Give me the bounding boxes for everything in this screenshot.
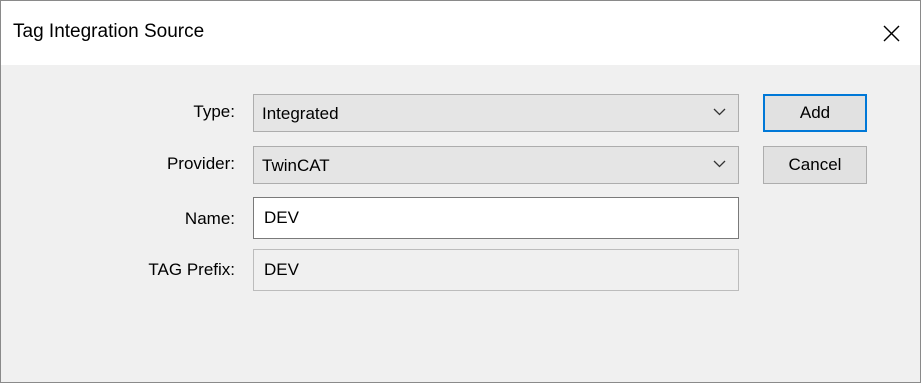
provider-selected-value: TwinCAT	[262, 156, 330, 175]
close-button[interactable]	[869, 13, 913, 53]
dialog-window: Tag Integration Source Type: Integrated …	[0, 0, 921, 383]
cancel-button[interactable]: Cancel	[763, 146, 867, 184]
name-label: Name:	[184, 209, 235, 228]
provider-label: Provider:	[166, 154, 235, 173]
close-icon	[883, 25, 900, 42]
window-title: Tag Integration Source	[13, 21, 205, 42]
name-field[interactable]	[253, 197, 739, 239]
type-dropdown[interactable]: Integrated	[253, 94, 739, 132]
chevron-down-icon	[713, 108, 726, 116]
tag-prefix-label: TAG Prefix:	[148, 260, 235, 279]
provider-dropdown[interactable]: TwinCAT	[253, 146, 739, 184]
add-button[interactable]: Add	[763, 94, 867, 132]
chevron-down-icon	[713, 160, 726, 168]
type-label: Type:	[193, 102, 235, 121]
title-bar: Tag Integration Source	[1, 1, 920, 65]
tag-prefix-field[interactable]	[253, 249, 739, 291]
type-selected-value: Integrated	[262, 104, 339, 123]
